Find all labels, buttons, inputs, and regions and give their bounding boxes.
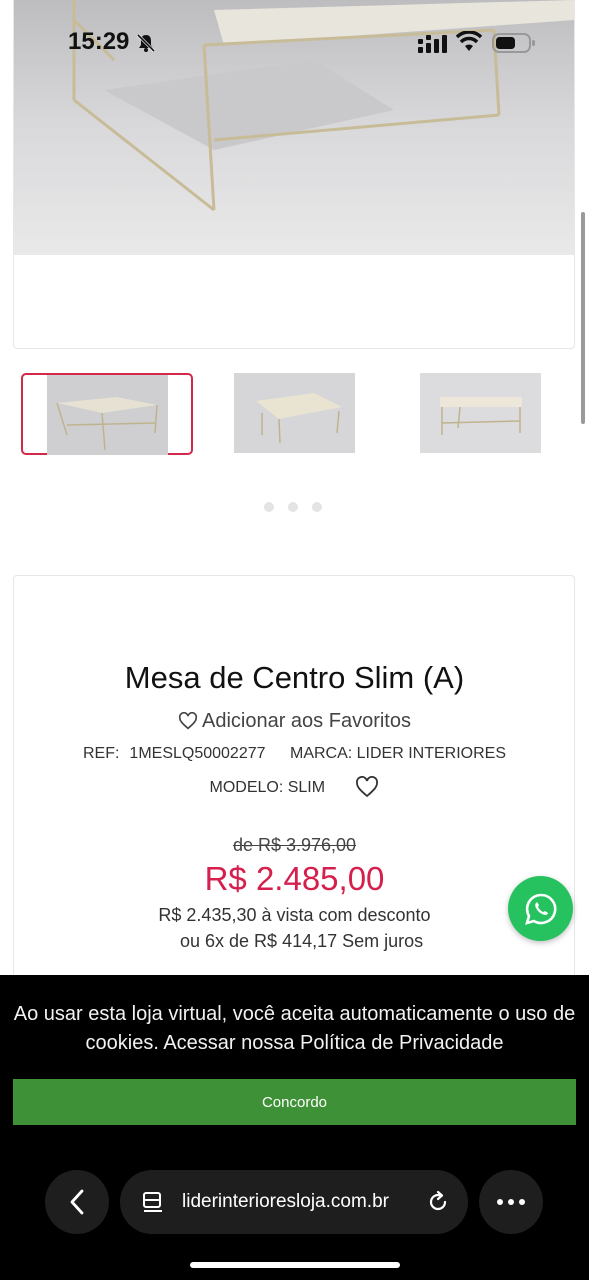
whatsapp-icon [524,893,556,925]
carousel-dots [264,502,322,512]
battery-icon [492,33,535,53]
product-title: Mesa de Centro Slim (A) [124,660,465,695]
carousel-dot-2[interactable] [288,502,298,512]
agree-button[interactable]: Concordo [13,1079,576,1125]
thumbnail-2-image [234,373,355,453]
model-label: MODELO: SLIM [209,779,326,796]
thumbnail-3-image [420,373,541,453]
home-indicator[interactable] [190,1262,400,1268]
page-menu-icon[interactable] [142,1191,164,1215]
ref-value: 1MESLQ50002277 [129,745,266,762]
cookie-text: Ao usar esta loja virtual, você aceita a… [13,1003,576,1054]
product-model-line: MODELO: SLIM [0,776,589,798]
thumbnail-1-image [47,375,168,455]
page-scrollbar[interactable] [581,212,585,424]
more-dots-icon [497,1199,525,1205]
url-text: liderinterioresloja.com.br [182,1191,389,1212]
bell-muted-icon [136,33,156,53]
add-to-favorites-label: Adicionar aos Favoritos [202,710,411,732]
old-price: de R$ 3.976,00 [232,835,357,855]
thumbnail-3[interactable] [396,373,568,455]
brand-label: MARCA: LIDER INTERIORES [289,745,507,762]
address-bar[interactable]: liderinterioresloja.com.br [120,1170,468,1234]
reload-icon[interactable] [426,1190,450,1214]
installments: ou 6x de R$ 414,17 Sem juros [180,931,424,951]
ref-label: REF: [82,745,120,762]
cell-signal-icon [418,35,447,53]
add-to-favorites[interactable]: Adicionar aos Favoritos [0,710,589,733]
thumbnail-1[interactable] [21,373,193,455]
status-bar: 15:29 [0,0,589,88]
chevron-left-icon [70,1189,84,1215]
status-time: 15:29 [68,28,130,55]
carousel-dot-3[interactable] [312,502,322,512]
whatsapp-button[interactable] [508,876,573,941]
carousel-dot-1[interactable] [264,502,274,512]
current-price: R$ 2.485,00 [204,860,385,897]
product-ref-line: REF: 1MESLQ50002277 MARCA: LIDER INTERIOR… [0,745,589,763]
wishlist-heart-icon[interactable] [354,776,380,798]
more-options-button[interactable] [479,1170,543,1234]
back-button[interactable] [45,1170,109,1234]
cash-price: R$ 2.435,30 à vista com desconto [158,905,431,925]
thumbnail-2[interactable] [210,373,382,455]
wifi-icon [456,31,482,51]
heart-outline-icon [178,712,198,730]
